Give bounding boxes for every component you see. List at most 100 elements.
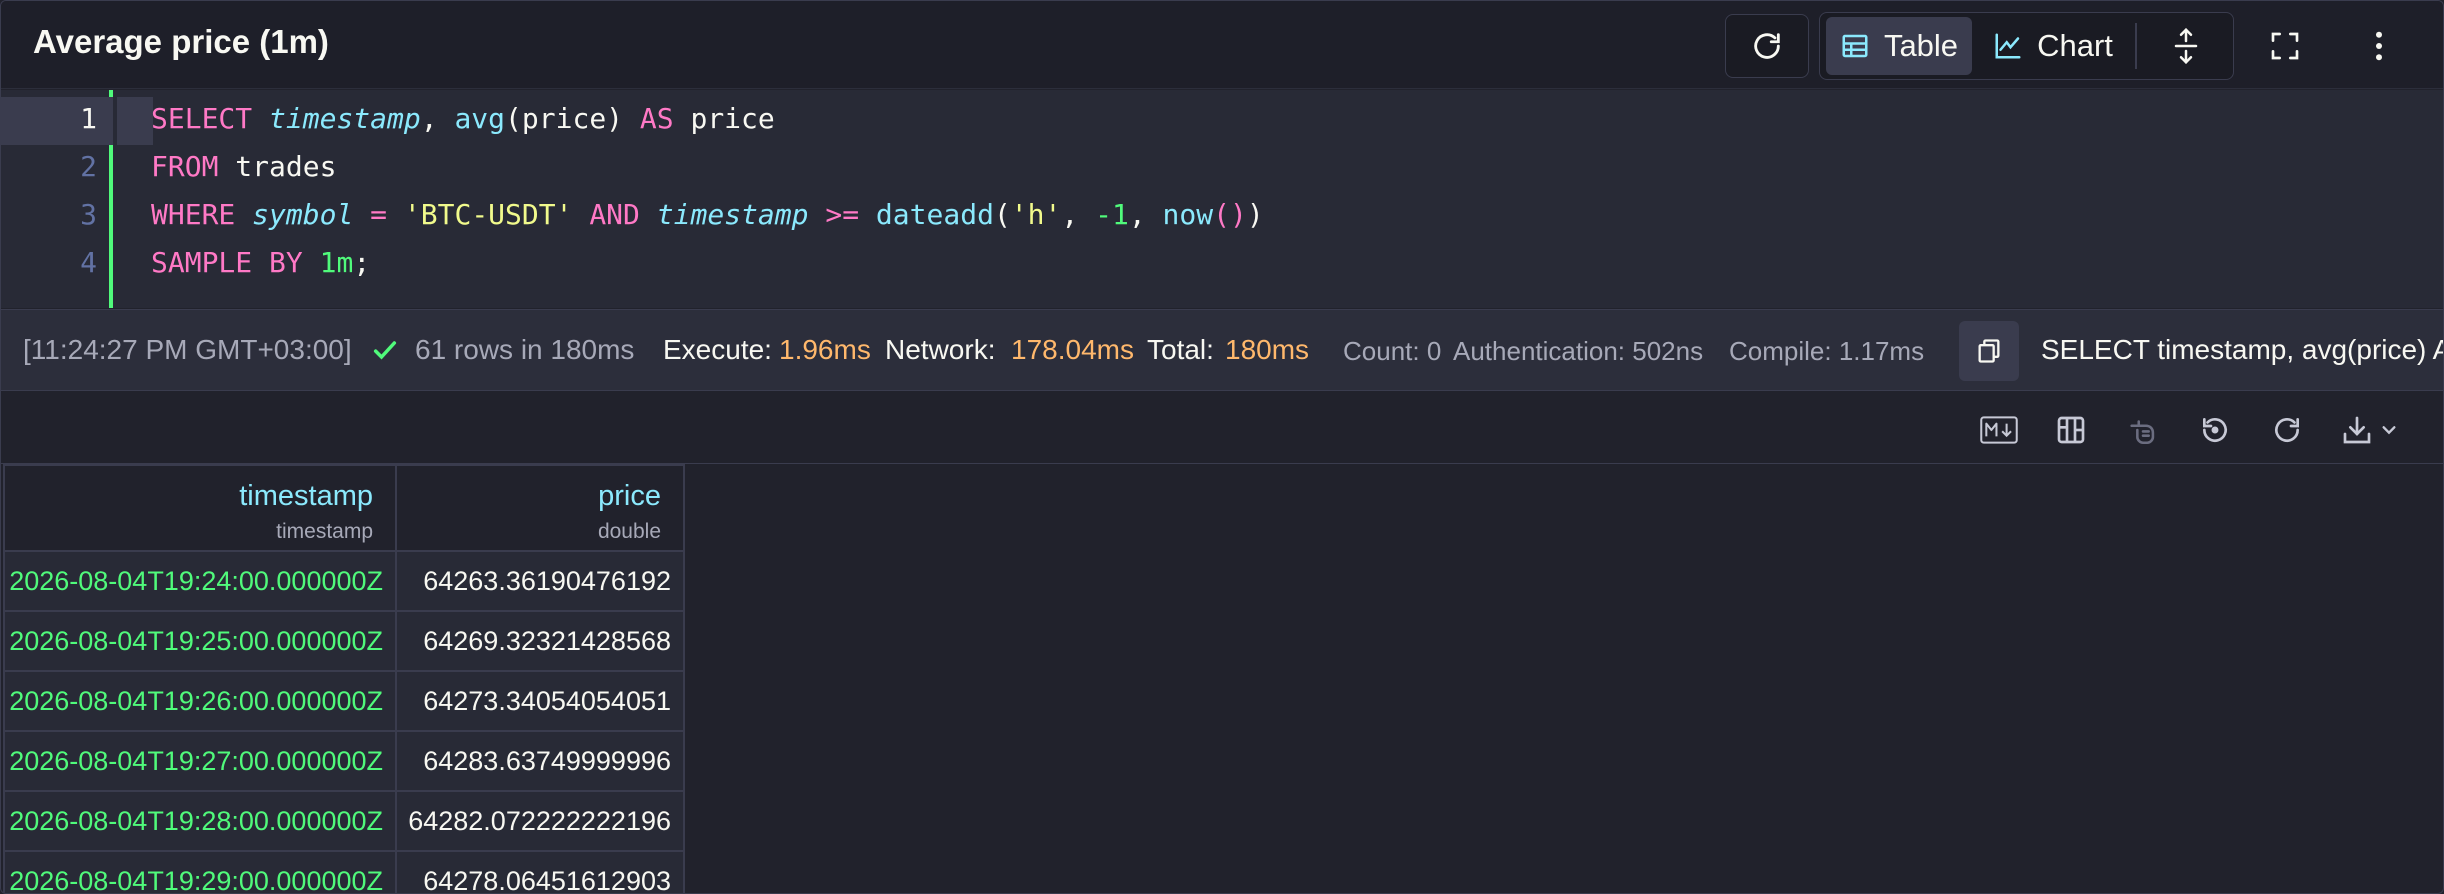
network-label: Network: bbox=[885, 334, 996, 365]
copy-query-button[interactable] bbox=[1959, 321, 2019, 381]
code-token: 'h' bbox=[1010, 198, 1062, 231]
table-cell-price[interactable]: 64278.06451612903 bbox=[397, 852, 685, 893]
execute-label: Execute: bbox=[663, 334, 772, 365]
table-cell-price[interactable]: 64273.34054054051 bbox=[397, 672, 685, 732]
query-preview-text: SELECT timestamp, avg(price) AS price bbox=[2041, 334, 2443, 365]
chevron-down-icon bbox=[2382, 426, 2396, 435]
expand-vertical-button[interactable] bbox=[2141, 17, 2231, 75]
table-cell-timestamp[interactable]: 2026-08-04T19:27:00.000000Z bbox=[3, 732, 397, 792]
code-line: SELECT timestamp, avg(price) AS price bbox=[151, 102, 775, 135]
compile-stat: Compile: 1.17ms bbox=[1729, 336, 1925, 366]
line-number: 3 bbox=[80, 198, 97, 231]
table-cell-price[interactable]: 64263.36190476192 bbox=[397, 552, 685, 612]
execute-value: 1.96ms bbox=[779, 334, 871, 365]
table-icon bbox=[1842, 34, 1868, 58]
code-token: ) bbox=[1246, 198, 1264, 231]
code-line: SAMPLE BY 1m; bbox=[151, 246, 370, 279]
count-stat: Count: 0 bbox=[1343, 336, 1442, 366]
table-cell-price[interactable]: 64282.072222222196 bbox=[397, 792, 685, 852]
check-icon bbox=[371, 336, 399, 371]
column-type: timestamp bbox=[276, 520, 373, 543]
code-token: , bbox=[420, 102, 455, 135]
table-cell-price[interactable]: 64283.63749999996 bbox=[397, 732, 685, 792]
table-cell-timestamp[interactable]: 2026-08-04T19:24:00.000000Z bbox=[3, 552, 397, 612]
reload-icon bbox=[2275, 418, 2299, 442]
reset-icon bbox=[2203, 418, 2227, 442]
chart-view-label: Chart bbox=[2037, 28, 2113, 63]
code-token: BY bbox=[269, 246, 303, 279]
fullscreen-button[interactable] bbox=[2245, 17, 2325, 75]
code-token: >= bbox=[825, 198, 860, 231]
code-token: dateadd bbox=[875, 198, 994, 231]
table-view-label: Table bbox=[1883, 28, 1959, 63]
freeze-icon bbox=[2130, 420, 2155, 445]
more-options-button[interactable] bbox=[2339, 17, 2419, 75]
authentication-stat: Authentication: 502ns bbox=[1453, 336, 1704, 366]
code-token: symbol bbox=[252, 198, 354, 231]
sql-editor[interactable]: 1 2 3 4 SELECT timestamp, avg(price) AS … bbox=[1, 90, 2443, 308]
chart-icon bbox=[1995, 33, 2021, 59]
code-token: ( bbox=[993, 198, 1011, 231]
columns-button[interactable] bbox=[2051, 410, 2091, 450]
freeze-column-button[interactable] bbox=[2123, 410, 2163, 450]
refresh-button[interactable] bbox=[1725, 14, 1809, 78]
expand-vertical-icon bbox=[2174, 27, 2198, 65]
code-token: () bbox=[1213, 198, 1247, 231]
total-value: 180ms bbox=[1225, 334, 1310, 365]
code-token: -1 bbox=[1095, 198, 1129, 231]
reload-grid-button[interactable] bbox=[2267, 410, 2307, 450]
code-line: FROM trades bbox=[151, 150, 336, 183]
line-number: 1 bbox=[80, 102, 97, 135]
code-token: (price) bbox=[505, 102, 640, 135]
refresh-icon bbox=[1754, 33, 1780, 59]
code-token: now bbox=[1162, 198, 1214, 231]
column-name: price bbox=[598, 480, 661, 512]
toggle-separator bbox=[2135, 23, 2137, 69]
column-header-price[interactable]: price double bbox=[397, 464, 685, 552]
reset-layout-button[interactable] bbox=[2195, 410, 2235, 450]
code-token: 'BTC-USDT' bbox=[403, 198, 573, 231]
column-header-timestamp[interactable]: timestamp timestamp bbox=[3, 464, 397, 552]
column-type: double bbox=[597, 520, 661, 543]
table-cell-price[interactable]: 64269.32321428568 bbox=[397, 612, 685, 672]
code-token: avg bbox=[454, 102, 506, 135]
panel-title: Average price (1m) bbox=[33, 23, 329, 60]
copy-icon bbox=[1978, 339, 2000, 363]
code-token: , bbox=[1128, 198, 1163, 231]
code-token: timestamp bbox=[269, 102, 421, 135]
code-token: AS bbox=[639, 102, 674, 135]
markdown-copy-button[interactable] bbox=[1979, 410, 2019, 450]
table-cell-timestamp[interactable]: 2026-08-04T19:26:00.000000Z bbox=[3, 672, 397, 732]
code-token: SAMPLE bbox=[151, 246, 253, 279]
code-token: ; bbox=[353, 246, 371, 279]
network-value: 178.04ms bbox=[1011, 334, 1134, 365]
download-button[interactable] bbox=[2341, 410, 2411, 450]
code-token: FROM bbox=[151, 150, 219, 183]
table-view-button[interactable]: Table bbox=[1826, 17, 1972, 75]
chart-view-button[interactable]: Chart bbox=[1983, 17, 2123, 75]
line-number-gutter: 1 2 3 4 bbox=[1, 90, 113, 308]
more-vertical-icon bbox=[2376, 31, 2382, 61]
code-token: WHERE bbox=[151, 198, 236, 231]
code-token: 1m bbox=[319, 246, 354, 279]
line-number: 2 bbox=[80, 150, 97, 183]
code-token: timestamp bbox=[656, 198, 809, 231]
table-cell-timestamp[interactable]: 2026-08-04T19:25:00.000000Z bbox=[3, 612, 397, 672]
status-time: [11:24:27 PM GMT+03:00] bbox=[23, 334, 352, 365]
table-cell-timestamp[interactable]: 2026-08-04T19:28:00.000000Z bbox=[3, 792, 397, 852]
active-line-highlight bbox=[117, 97, 153, 145]
table-cell-timestamp[interactable]: 2026-08-04T19:29:00.000000Z bbox=[3, 852, 397, 893]
rows-count: 61 rows in 180ms bbox=[415, 334, 635, 365]
query-status-bar: [11:24:27 PM GMT+03:00] 61 rows in 180ms… bbox=[1, 309, 2443, 391]
fullscreen-icon bbox=[2271, 32, 2299, 60]
code-line: WHERE symbol = 'BTC-USDT' AND timestamp … bbox=[151, 198, 1264, 231]
